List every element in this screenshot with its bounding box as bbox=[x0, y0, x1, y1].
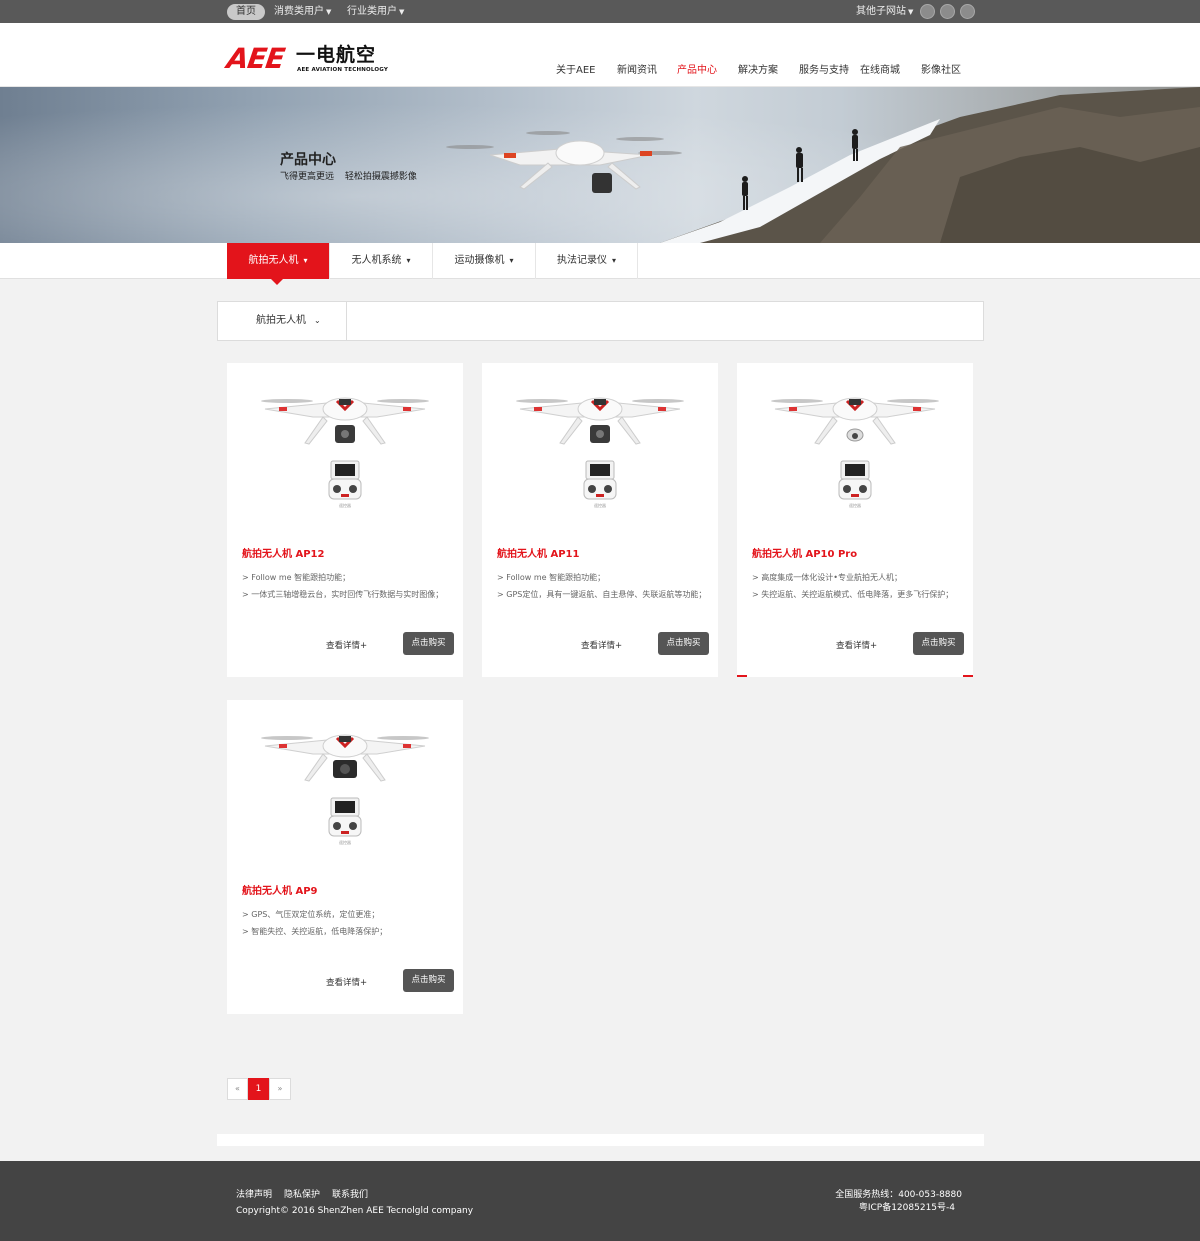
industry-menu-label: 行业类用户 bbox=[347, 6, 397, 17]
hover-marker bbox=[963, 675, 973, 677]
product-feature: > GPS定位，具有一键返航、自主悬停、失联返航等功能； bbox=[497, 590, 707, 599]
product-name[interactable]: 航拍无人机 AP11 bbox=[497, 545, 579, 560]
category-tabs: 航拍无人机 ▾ 无人机系统 ▾ 运动摄像机 ▾ 执法记录仪 ▾ bbox=[0, 243, 1200, 279]
product-image[interactable] bbox=[482, 363, 718, 523]
product-image[interactable] bbox=[737, 363, 973, 523]
nav-service[interactable]: 服务与支持 bbox=[799, 61, 849, 76]
footer-icp[interactable]: 粤ICP备12085215号-4 bbox=[859, 1200, 955, 1213]
remote-label: 遥控器 bbox=[339, 840, 351, 845]
tab-action-camera[interactable]: 运动摄像机 ▾ bbox=[433, 243, 536, 279]
wechat-icon[interactable] bbox=[960, 4, 975, 19]
footer-link-legal[interactable]: 法律声明 bbox=[236, 1187, 272, 1200]
other-sites-label: 其他子网站 bbox=[856, 6, 906, 17]
product-feature: > 一体式三轴增稳云台，实时回传飞行数据与实时图像； bbox=[242, 590, 444, 599]
product-card[interactable]: 遥控器 航拍无人机 AP11 > Follow me 智能跟拍功能； > GPS… bbox=[482, 363, 718, 677]
qq-icon[interactable] bbox=[940, 4, 955, 19]
nav-about[interactable]: 关于AEE bbox=[556, 61, 595, 76]
product-card[interactable]: 遥控器 航拍无人机 AP12 > Follow me 智能跟拍功能； > 一体式… bbox=[227, 363, 463, 677]
logo-name-cn[interactable]: 一电航空 bbox=[296, 44, 376, 66]
product-feature: > 智能失控、关控返航，低电降落保护； bbox=[242, 927, 388, 936]
buy-button[interactable]: 点击购买 bbox=[658, 632, 709, 655]
buy-button[interactable]: 点击购买 bbox=[913, 632, 964, 655]
chevron-down-icon: ▾ bbox=[509, 256, 514, 265]
tab-drone-system[interactable]: 无人机系统 ▾ bbox=[330, 243, 433, 279]
active-tab-pointer bbox=[271, 279, 283, 285]
product-feature: > 高度集成一体化设计•专业航拍无人机； bbox=[752, 573, 902, 582]
footer-link-privacy[interactable]: 隐私保护 bbox=[284, 1187, 320, 1200]
remote-label: 遥控器 bbox=[594, 503, 606, 508]
chevron-down-icon: ▾ bbox=[303, 256, 308, 265]
site-footer: 法律声明 隐私保护 联系我们 Copyright© 2016 ShenZhen … bbox=[0, 1161, 1200, 1241]
nav-solutions[interactable]: 解决方案 bbox=[738, 61, 778, 76]
buy-button[interactable]: 点击购买 bbox=[403, 632, 454, 655]
product-image[interactable] bbox=[227, 700, 463, 860]
tab-aerial-drone[interactable]: 航拍无人机 ▾ bbox=[227, 243, 330, 279]
product-feature: > Follow me 智能跟拍功能； bbox=[497, 573, 606, 582]
chevron-down-icon: ▾ bbox=[611, 256, 616, 265]
nav-community[interactable]: 影像社区 bbox=[921, 61, 961, 76]
tab-label: 执法记录仪 bbox=[556, 255, 607, 266]
view-details-link[interactable]: 查看详情+ bbox=[326, 976, 367, 988]
home-link[interactable]: 首页 bbox=[227, 4, 265, 20]
hover-marker bbox=[737, 675, 747, 677]
product-name[interactable]: 航拍无人机 AP12 bbox=[242, 545, 324, 560]
product-feature: > Follow me 智能跟拍功能； bbox=[242, 573, 351, 582]
tab-label: 运动摄像机 bbox=[454, 255, 505, 266]
buy-button[interactable]: 点击购买 bbox=[403, 969, 454, 992]
product-image[interactable] bbox=[227, 363, 463, 523]
consumer-menu[interactable]: 消费类用户 ▼ bbox=[274, 4, 331, 20]
category-select[interactable]: 航拍无人机 ⌄ bbox=[218, 302, 347, 340]
industry-menu[interactable]: 行业类用户 ▼ bbox=[347, 4, 404, 20]
pagination-current[interactable]: 1 bbox=[248, 1078, 269, 1100]
pagination-next[interactable]: » bbox=[269, 1078, 291, 1100]
tab-law-recorder[interactable]: 执法记录仪 ▾ bbox=[536, 243, 638, 279]
nav-news[interactable]: 新闻资讯 bbox=[617, 61, 657, 76]
footer-hotline: 全国服务热线：400-053-8880 bbox=[835, 1190, 962, 1200]
footer-link-contact[interactable]: 联系我们 bbox=[332, 1187, 368, 1200]
chevron-down-icon: ⌄ bbox=[314, 316, 321, 325]
nav-shop[interactable]: 在线商城 bbox=[860, 61, 900, 76]
product-name[interactable]: 航拍无人机 AP9 bbox=[242, 882, 318, 897]
caret-down-icon: ▼ bbox=[908, 8, 914, 16]
footer-copyright: Copyright© 2016 ShenZhen AEE Tecnolgld c… bbox=[236, 1206, 474, 1216]
content-bottom-strip bbox=[217, 1134, 984, 1146]
view-details-link[interactable]: 查看详情+ bbox=[326, 639, 367, 651]
product-card[interactable]: 遥控器 航拍无人机 AP9 > GPS、气压双定位系统，定位更准； > 智能失控… bbox=[227, 700, 463, 1014]
category-select-value: 航拍无人机 bbox=[256, 315, 306, 326]
view-details-link[interactable]: 查看详情+ bbox=[581, 639, 622, 651]
caret-down-icon: ▼ bbox=[326, 8, 332, 16]
product-name[interactable]: 航拍无人机 AP10 Pro bbox=[752, 545, 857, 560]
product-feature: > 失控返航、关控返航模式、低电降落，更多飞行保护； bbox=[752, 590, 954, 599]
product-feature: > GPS、气压双定位系统，定位更准； bbox=[242, 910, 380, 919]
remote-label: 遥控器 bbox=[849, 503, 861, 508]
banner-title: 产品中心 bbox=[280, 152, 336, 168]
hero-banner: 产品中心 飞得更高更远 轻松拍摄震撼影像 bbox=[0, 87, 1200, 243]
caret-down-icon: ▼ bbox=[399, 8, 405, 16]
top-bar: 首页 消费类用户 ▼ 行业类用户 ▼ 其他子网站 ▼ bbox=[0, 0, 1200, 23]
filter-bar: 航拍无人机 ⌄ bbox=[217, 301, 984, 341]
chevron-down-icon: ▾ bbox=[406, 256, 411, 265]
view-details-link[interactable]: 查看详情+ bbox=[836, 639, 877, 651]
logo-brand[interactable]: AEE bbox=[225, 42, 287, 75]
site-header: AEE 一电航空 AEE AVIATION TECHNOLOGY 关于AEE 新… bbox=[0, 23, 1200, 87]
logo-name-en: AEE AVIATION TECHNOLOGY bbox=[297, 67, 389, 73]
other-sites-menu[interactable]: 其他子网站 ▼ bbox=[856, 4, 913, 20]
product-card[interactable]: 遥控器 航拍无人机 AP10 Pro > 高度集成一体化设计•专业航拍无人机； … bbox=[737, 363, 973, 677]
banner-subtitle: 飞得更高更远 轻松拍摄震撼影像 bbox=[280, 172, 417, 182]
tab-label: 无人机系统 bbox=[351, 255, 402, 266]
pagination-prev[interactable]: « bbox=[227, 1078, 248, 1100]
tab-label: 航拍无人机 bbox=[248, 255, 299, 266]
nav-products[interactable]: 产品中心 bbox=[677, 61, 717, 76]
weibo-icon[interactable] bbox=[920, 4, 935, 19]
consumer-menu-label: 消费类用户 bbox=[274, 6, 324, 17]
banner-drone bbox=[446, 131, 682, 193]
remote-label: 遥控器 bbox=[339, 503, 351, 508]
banner-illustration bbox=[446, 87, 1200, 243]
